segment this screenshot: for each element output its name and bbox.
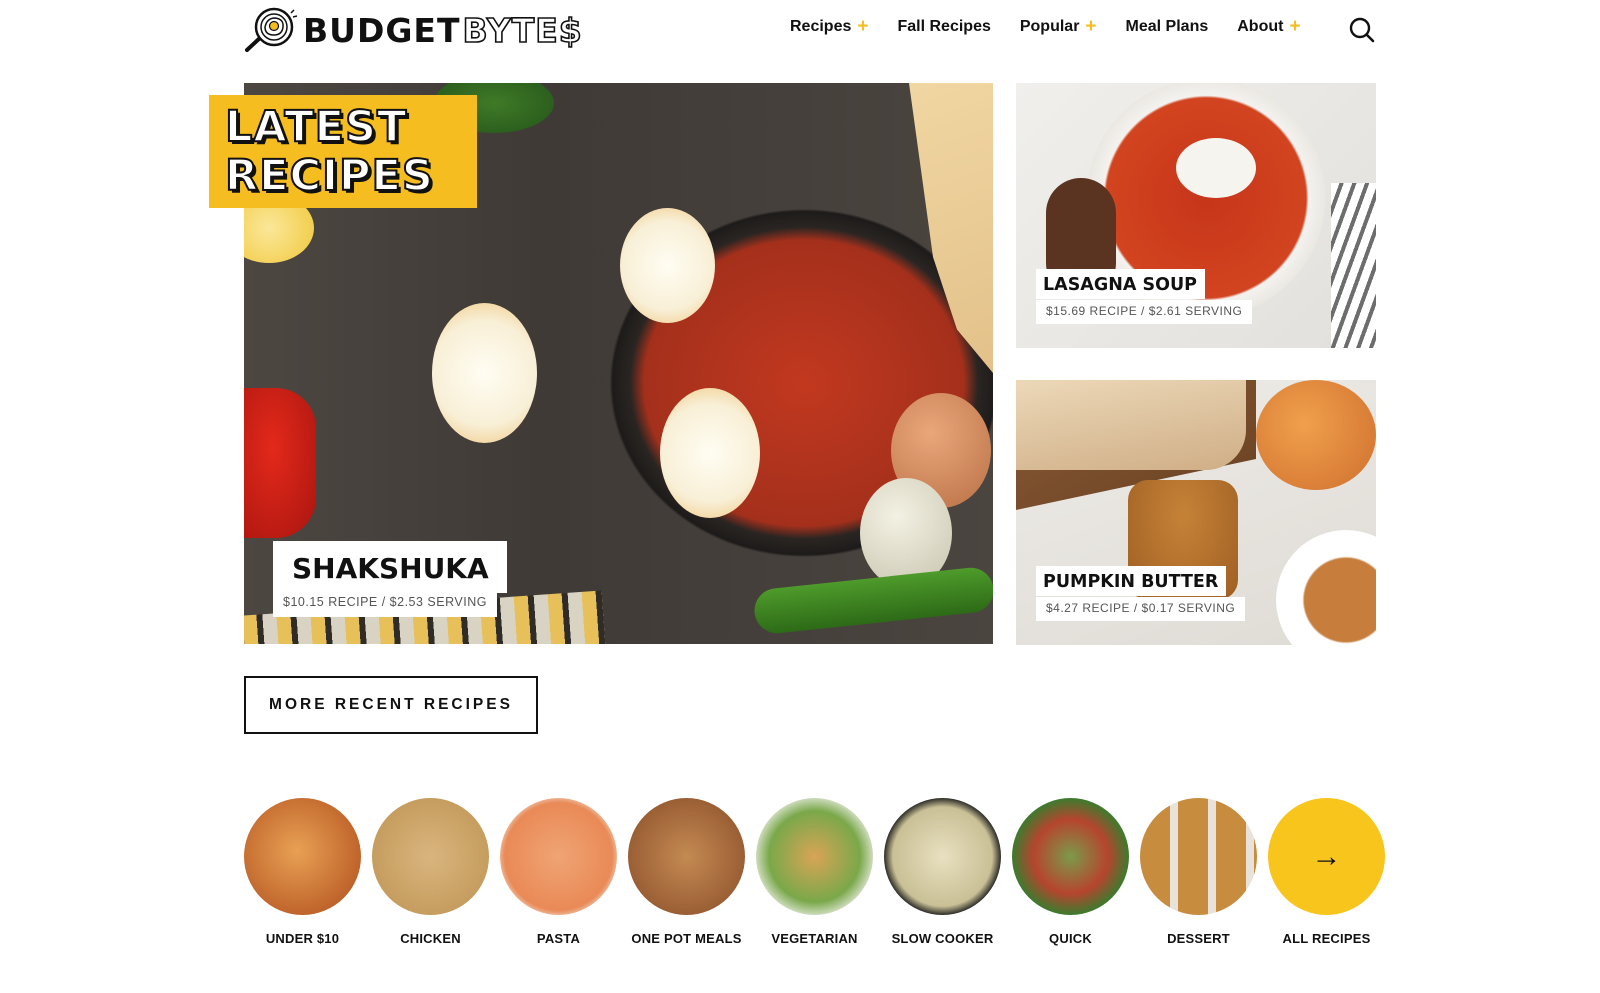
logo-text-outline: BYTE$: [462, 10, 583, 50]
category-label: DESSERT: [1167, 931, 1230, 946]
category-image: [884, 798, 1001, 915]
recipe-price: $15.69 RECIPE / $2.61 SERVING: [1036, 300, 1253, 324]
nav-label: Fall Recipes: [897, 17, 991, 35]
category-list: UNDER $10 CHICKEN PASTA ONE POT MEALS VE…: [244, 798, 1396, 946]
badge-line-2: RECIPES: [224, 151, 434, 202]
nav-label: Meal Plans: [1125, 17, 1209, 35]
category-label: ONE POT MEALS: [631, 931, 742, 946]
badge-line-1: LATEST: [224, 102, 408, 153]
flatbread-decor: [909, 83, 993, 373]
nav-item-fall-recipes[interactable]: Fall Recipes: [897, 18, 990, 36]
pumpkin-decor: [1256, 380, 1376, 490]
recipe-card-lasagna-soup[interactable]: LASAGNA SOUP $15.69 RECIPE / $2.61 SERVI…: [1016, 83, 1376, 348]
ricotta-decor: [1176, 138, 1256, 198]
recipe-title[interactable]: PUMPKIN BUTTER: [1036, 566, 1227, 596]
jalapeno-decor: [752, 565, 993, 636]
logo-text-bold: BUDGET: [303, 10, 461, 50]
nav-item-meal-plans[interactable]: Meal Plans: [1126, 18, 1209, 36]
category-quick[interactable]: QUICK: [1012, 798, 1129, 946]
recipe-card-pumpkin-butter[interactable]: PUMPKIN BUTTER $4.27 RECIPE / $0.17 SERV…: [1016, 380, 1376, 645]
category-image: [1140, 798, 1257, 915]
plus-icon[interactable]: +: [857, 17, 868, 36]
category-label: VEGETARIAN: [771, 931, 858, 946]
nav-label: Popular: [1019, 17, 1080, 35]
nav-item-recipes[interactable]: Recipes +: [790, 17, 868, 36]
egg-decor: [620, 208, 715, 323]
nav-label: About: [1237, 17, 1284, 35]
arrow-right-icon: →: [1311, 839, 1342, 873]
site-logo[interactable]: BUDGET BYTE$: [243, 6, 583, 54]
category-one-pot-meals[interactable]: ONE POT MEALS: [628, 798, 745, 946]
category-chicken[interactable]: CHICKEN: [372, 798, 489, 946]
category-image: [756, 798, 873, 915]
site-header: BUDGET BYTE$ Recipes + Fall Recipes Popu…: [0, 0, 1600, 60]
all-recipes-circle: →: [1268, 798, 1385, 915]
recipe-price: $10.15 RECIPE / $2.53 SERVING: [273, 592, 497, 617]
category-image: [244, 798, 361, 915]
category-slow-cooker[interactable]: SLOW COOKER: [884, 798, 1001, 946]
egg-decor: [660, 388, 760, 518]
category-label: SLOW COOKER: [891, 931, 994, 946]
egg-decor: [432, 303, 537, 443]
category-pasta[interactable]: PASTA: [500, 798, 617, 946]
category-image: [372, 798, 489, 915]
nav-label: Recipes: [790, 17, 852, 35]
plus-icon[interactable]: +: [1289, 17, 1300, 36]
category-label: QUICK: [1049, 931, 1092, 946]
recipe-title[interactable]: LASAGNA SOUP: [1036, 269, 1206, 299]
main-nav: Recipes + Fall Recipes Popular + Meal Pl…: [790, 17, 1330, 36]
category-label: UNDER $10: [265, 931, 340, 946]
search-icon: [1349, 17, 1375, 43]
bread-decor: [1016, 380, 1246, 470]
category-vegetarian[interactable]: VEGETARIAN: [756, 798, 873, 946]
category-all-recipes[interactable]: → ALL RECIPES: [1268, 798, 1385, 946]
category-image: [500, 798, 617, 915]
bell-pepper-decor: [244, 388, 316, 538]
category-label: PASTA: [536, 931, 581, 946]
recipe-title[interactable]: SHAKSHUKA: [273, 541, 507, 593]
category-dessert[interactable]: DESSERT: [1140, 798, 1257, 946]
category-label: ALL RECIPES: [1282, 931, 1371, 946]
more-recent-recipes-button[interactable]: MORE RECENT RECIPES: [244, 676, 538, 734]
nav-item-popular[interactable]: Popular +: [1020, 17, 1097, 36]
towel-decor: [1331, 183, 1376, 348]
skillet-egg-logo-icon: [245, 7, 298, 52]
latest-recipes-badge: LATEST RECIPES: [209, 95, 477, 208]
nav-item-about[interactable]: About +: [1237, 17, 1300, 36]
plus-icon[interactable]: +: [1085, 17, 1096, 36]
recipe-price: $4.27 RECIPE / $0.17 SERVING: [1036, 597, 1246, 621]
search-button[interactable]: [1348, 16, 1376, 44]
category-label: CHICKEN: [400, 931, 461, 946]
category-image: [1012, 798, 1129, 915]
plate-decor: [1276, 530, 1376, 645]
category-image: [628, 798, 745, 915]
category-under-10[interactable]: UNDER $10: [244, 798, 361, 946]
